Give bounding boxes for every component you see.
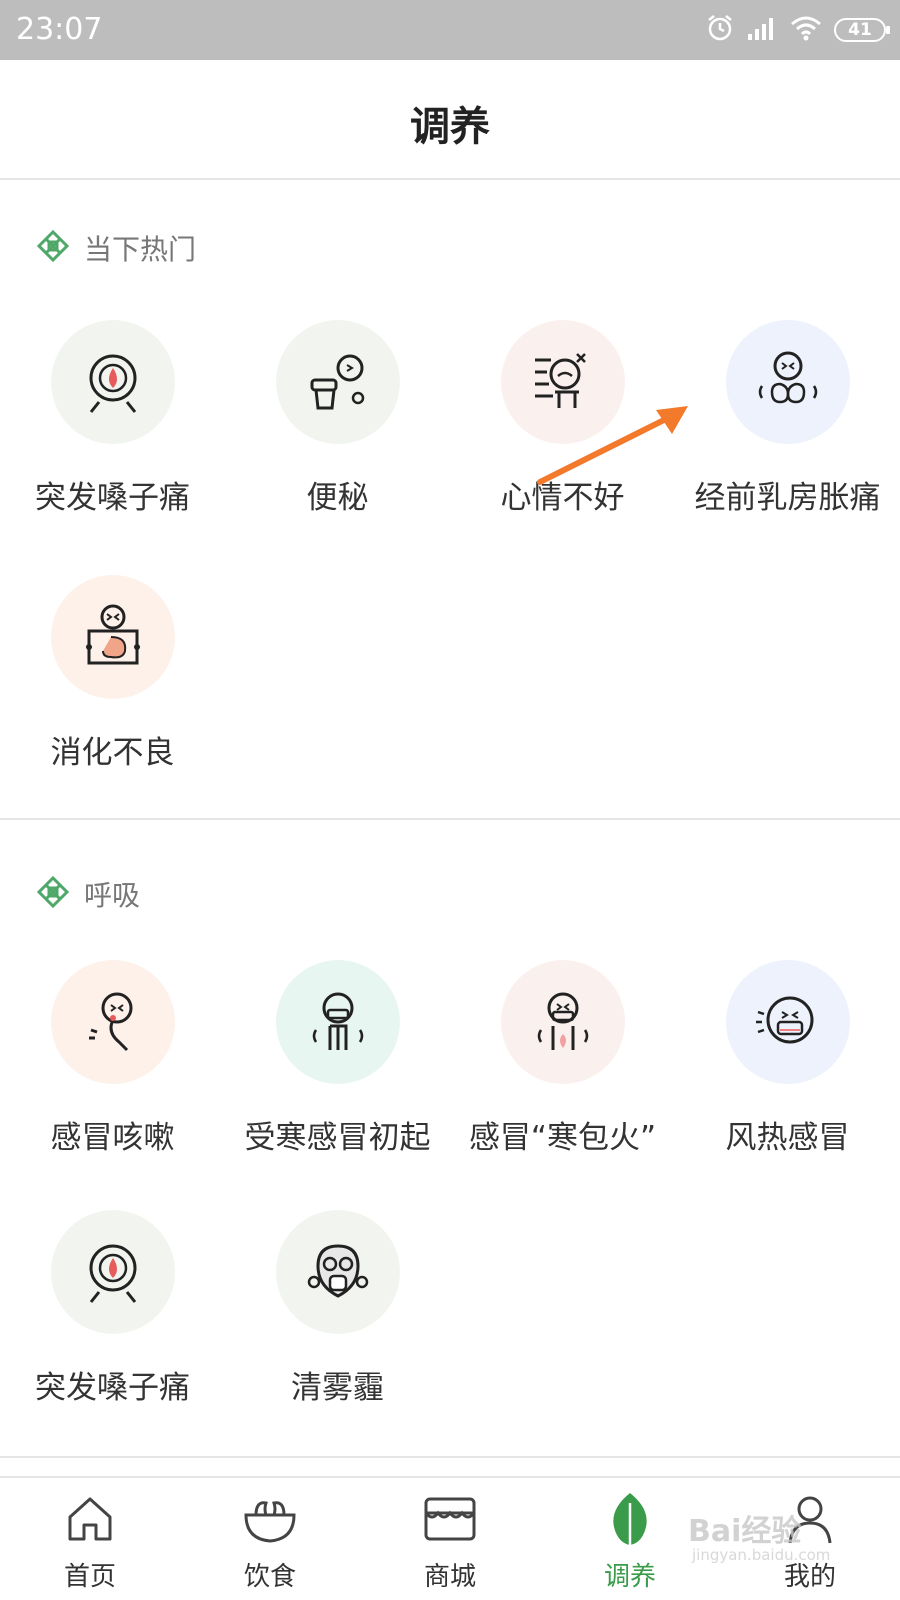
home-icon [0, 1486, 180, 1552]
wifi-icon [790, 15, 822, 45]
indigestion-icon [50, 575, 175, 699]
item-gas-mask[interactable]: 清雾霾 [225, 1210, 450, 1407]
item-label: 经前乳房胀痛 [694, 480, 881, 516]
item-label: 受寒感冒初起 [244, 1120, 431, 1156]
section-title: 当下热门 [84, 233, 197, 266]
knot-icon [36, 875, 70, 913]
item-cough[interactable]: 感冒咳嗽 [0, 960, 225, 1157]
item-bad-mood[interactable]: 心情不好 [450, 320, 675, 517]
watermark-sub: jingyan.baidu.com [692, 1546, 831, 1564]
tab-label: 首页 [63, 1562, 116, 1592]
chill-cold-icon [275, 960, 400, 1084]
item-indigestion[interactable]: 消化不良 [0, 575, 225, 772]
nav-bar: 调养 [0, 60, 900, 180]
tab-home[interactable]: 首页 [0, 1486, 180, 1593]
tab-shop[interactable]: 商城 [360, 1486, 540, 1593]
constipation-icon [275, 320, 400, 444]
alarm-icon [706, 14, 734, 46]
item-label: 心情不好 [500, 480, 625, 516]
section-divider [0, 1456, 900, 1458]
sore-throat-icon [50, 1210, 175, 1334]
sore-throat-icon [50, 320, 175, 444]
shop-icon [360, 1486, 540, 1552]
tab-diet[interactable]: 饮食 [180, 1486, 360, 1593]
section-header: 当下热门 [36, 228, 196, 268]
signal-icon [746, 16, 778, 44]
item-label: 突发嗓子痛 [35, 480, 190, 516]
tab-label: 商城 [423, 1562, 476, 1592]
status-time: 23:07 [16, 12, 103, 47]
item-sore-throat[interactable]: 突发嗓子痛 [0, 1210, 225, 1407]
item-breast-pain[interactable]: 经前乳房胀痛 [675, 320, 900, 517]
bowl-icon [180, 1486, 360, 1552]
tab-label: 饮食 [243, 1562, 296, 1592]
item-sore-throat[interactable]: 突发嗓子痛 [0, 320, 225, 517]
bad-mood-icon [500, 320, 625, 444]
item-constipation[interactable]: 便秘 [225, 320, 450, 517]
item-label: 便秘 [306, 480, 369, 516]
cold-fire-icon [500, 960, 625, 1084]
item-label: 突发嗓子痛 [35, 1370, 190, 1406]
cough-icon [50, 960, 175, 1084]
wind-heat-icon [725, 960, 850, 1084]
item-label: 感冒“寒包火” [468, 1120, 657, 1156]
watermark: Bai经验 [688, 1514, 802, 1549]
item-label: 消化不良 [50, 735, 175, 771]
battery-icon: 41 [834, 18, 890, 42]
page-title: 调养 [410, 104, 490, 150]
item-chill-cold[interactable]: 受寒感冒初起 [225, 960, 450, 1157]
knot-icon [36, 229, 70, 267]
item-label: 风热感冒 [725, 1120, 850, 1156]
breast-pain-icon [725, 320, 850, 444]
section-divider [0, 818, 900, 820]
section-title: 呼吸 [84, 879, 141, 912]
item-label: 清雾霾 [291, 1370, 384, 1406]
gas-mask-icon [275, 1210, 400, 1334]
item-cold-fire[interactable]: 感冒“寒包火” [450, 960, 675, 1157]
section-header: 呼吸 [36, 874, 140, 914]
item-wind-heat[interactable]: 风热感冒 [675, 960, 900, 1157]
item-label: 感冒咳嗽 [50, 1120, 175, 1156]
status-bar: 23:07 41 [0, 0, 900, 60]
status-icons: 41 [706, 14, 890, 46]
